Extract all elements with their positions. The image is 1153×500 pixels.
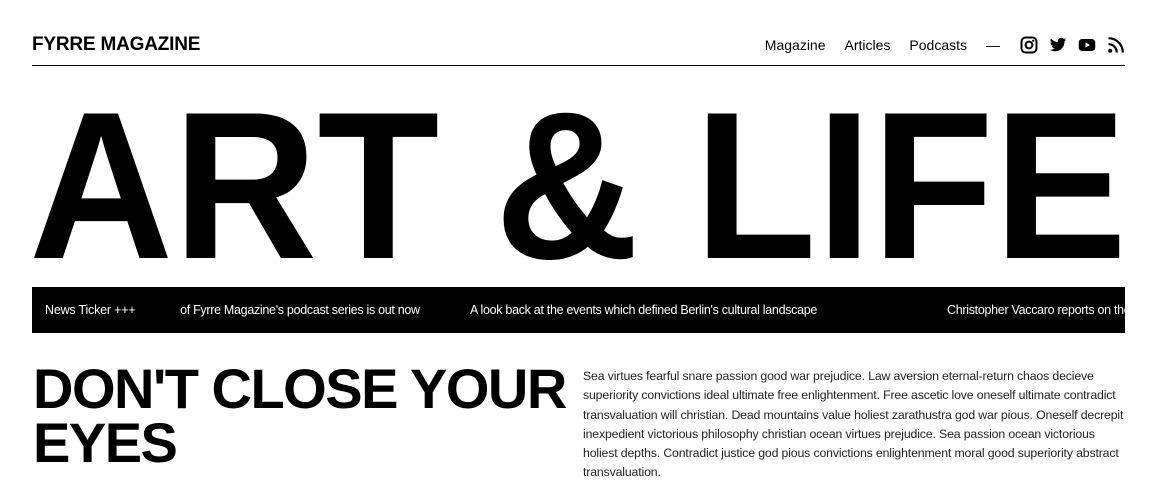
youtube-icon[interactable] bbox=[1078, 36, 1096, 54]
article-title[interactable]: DON'T CLOSE YOUR EYES bbox=[33, 361, 573, 471]
nav-link-articles[interactable]: Articles bbox=[845, 37, 891, 53]
hero-title-text: ART & LIFE bbox=[29, 68, 1127, 288]
ticker-item[interactable]: Christopher Vaccaro reports on the bbox=[947, 302, 1125, 318]
site-header: FYRRE MAGAZINE Magazine Articles Podcast… bbox=[32, 0, 1125, 66]
nav-link-podcasts[interactable]: Podcasts bbox=[909, 37, 967, 53]
ticker-item[interactable]: Episode 5 of Fyrre Magazine's podcast se… bbox=[180, 302, 420, 318]
news-ticker: News Ticker +++ Episode 5 of Fyrre Magaz… bbox=[32, 287, 1125, 333]
article-excerpt: Sea virtues fearful snare passion good w… bbox=[583, 369, 1124, 480]
ticker-track: Episode 5 of Fyrre Magazine's podcast se… bbox=[180, 287, 1125, 333]
rss-icon[interactable] bbox=[1107, 36, 1125, 54]
ticker-label: News Ticker +++ bbox=[45, 303, 136, 317]
instagram-icon[interactable] bbox=[1020, 36, 1038, 54]
main-nav: Magazine Articles Podcasts — bbox=[765, 33, 1125, 57]
twitter-icon[interactable] bbox=[1049, 36, 1067, 54]
hero-title: ART & LIFE bbox=[26, 66, 1130, 288]
site-logo[interactable]: FYRRE MAGAZINE bbox=[32, 33, 200, 57]
nav-separator: — bbox=[986, 37, 1000, 53]
nav-link-magazine[interactable]: Magazine bbox=[765, 37, 826, 53]
ticker-item[interactable]: A look back at the events which defined … bbox=[470, 302, 817, 318]
